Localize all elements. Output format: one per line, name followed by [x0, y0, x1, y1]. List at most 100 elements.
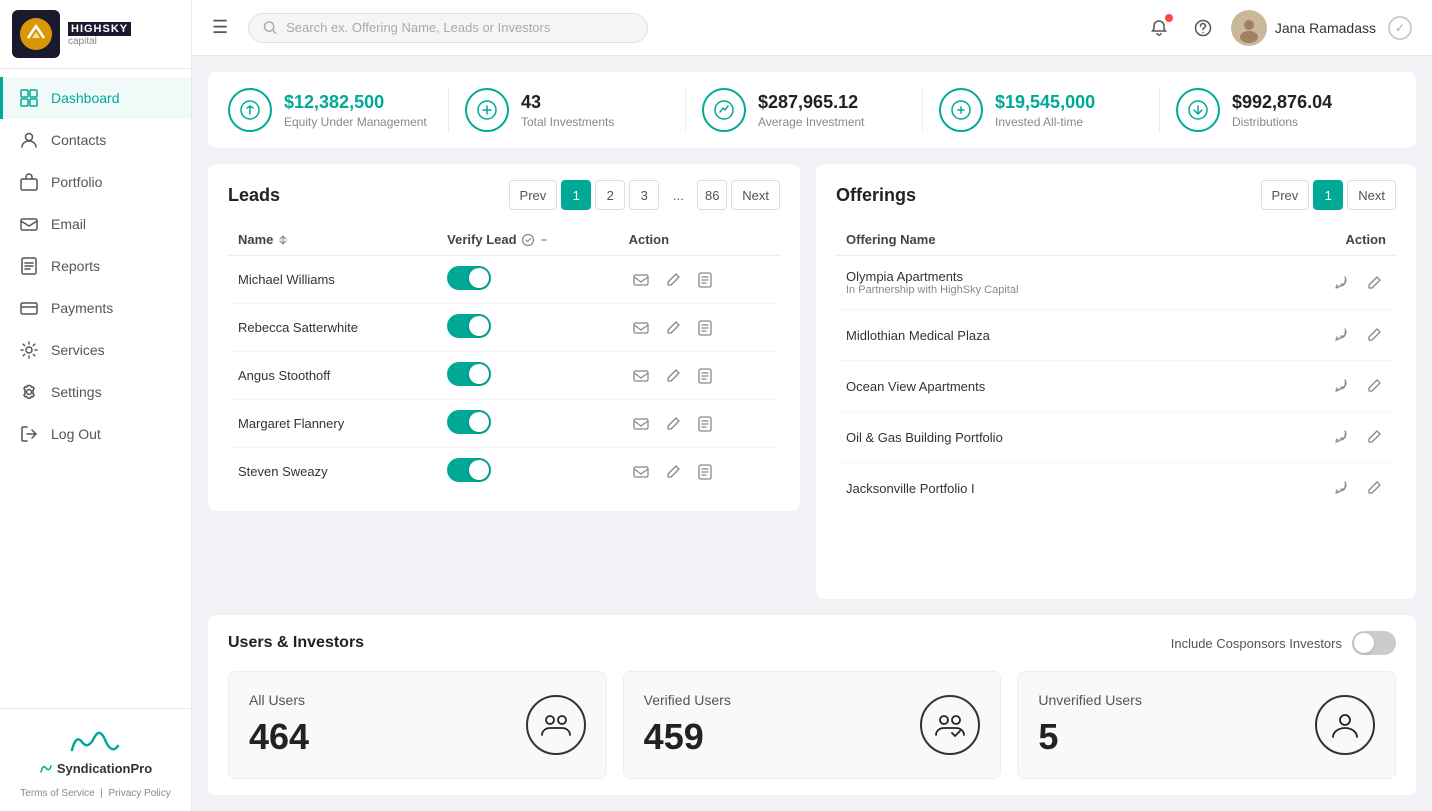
lead-edit-icon[interactable] [661, 460, 685, 484]
lead-edit-icon[interactable] [661, 268, 685, 292]
leads-table: Name Verify Lead [228, 224, 780, 495]
distributions-label: Distributions [1232, 115, 1332, 129]
offering-actions [1237, 361, 1396, 412]
offering-name-cell: Olympia Apartments In Partnership with H… [836, 256, 1237, 310]
offering-broadcast-icon[interactable] [1330, 323, 1354, 347]
lead-document-icon[interactable] [693, 364, 717, 388]
offering-edit-icon[interactable] [1362, 425, 1386, 449]
leads-prev-button[interactable]: Prev [509, 180, 558, 210]
investments-label: Total Investments [521, 115, 614, 129]
lead-actions [619, 400, 780, 448]
offering-broadcast-icon[interactable] [1330, 374, 1354, 398]
offering-name-cell: Midlothian Medical Plaza [836, 310, 1237, 361]
offering-broadcast-icon[interactable] [1330, 425, 1354, 449]
lead-toggle[interactable] [437, 400, 618, 448]
leads-next-button[interactable]: Next [731, 180, 780, 210]
lead-document-icon[interactable] [693, 412, 717, 436]
lead-edit-icon[interactable] [661, 364, 685, 388]
leads-panel: Leads Prev 1 2 3 ... 86 Next [208, 164, 800, 599]
leads-card: Leads Prev 1 2 3 ... 86 Next [208, 164, 800, 511]
topbar-right: Jana Ramadass ✓ [1143, 10, 1412, 46]
leads-row: Rebecca Satterwhite [228, 304, 780, 352]
offering-edit-icon[interactable] [1362, 374, 1386, 398]
offerings-title: Offerings [836, 185, 916, 206]
offering-edit-icon[interactable] [1362, 271, 1386, 295]
sidebar-item-dashboard[interactable]: Dashboard [0, 77, 191, 119]
lead-toggle[interactable] [437, 304, 618, 352]
lead-toggle[interactable] [437, 448, 618, 496]
lead-email-icon[interactable] [629, 268, 653, 292]
offering-broadcast-icon[interactable] [1330, 476, 1354, 500]
offering-actions [1237, 463, 1396, 514]
users-grid: All Users 464 Verified Users 459 [228, 671, 1396, 779]
lead-email-icon[interactable] [629, 364, 653, 388]
lead-toggle[interactable] [437, 352, 618, 400]
sidebar-item-reports[interactable]: Reports [0, 245, 191, 287]
sidebar-item-services[interactable]: Services [0, 329, 191, 371]
offerings-table: Offering Name Action Olympia Apartments … [836, 224, 1396, 513]
verified-users-label: Verified Users [644, 692, 731, 708]
leads-page-86-button[interactable]: 86 [697, 180, 727, 210]
search-icon [263, 20, 278, 36]
logout-icon [19, 424, 39, 444]
sidebar-item-settings[interactable]: Settings [0, 371, 191, 413]
offering-edit-icon[interactable] [1362, 323, 1386, 347]
menu-icon[interactable]: ☰ [212, 17, 228, 38]
sidebar-item-label: Settings [51, 384, 102, 400]
leads-page-1-button[interactable]: 1 [561, 180, 591, 210]
lead-email-icon[interactable] [629, 412, 653, 436]
all-users-label: All Users [249, 692, 309, 708]
search-input[interactable] [286, 20, 633, 35]
offerings-next-button[interactable]: Next [1347, 180, 1396, 210]
sidebar-item-contacts[interactable]: Contacts [0, 119, 191, 161]
unverified-users-icon [1315, 695, 1375, 755]
lead-email-icon[interactable] [629, 460, 653, 484]
verify-toggle-3[interactable] [447, 410, 491, 434]
leads-page-ellipsis: ... [663, 180, 693, 210]
offering-broadcast-icon[interactable] [1330, 271, 1354, 295]
stat-investments: 43 Total Investments [449, 88, 686, 132]
cosponsors-toggle-switch[interactable] [1352, 631, 1396, 655]
lead-edit-icon[interactable] [661, 412, 685, 436]
all-users-value: 464 [249, 716, 309, 758]
sidebar-item-email[interactable]: Email [0, 203, 191, 245]
verify-toggle-4[interactable] [447, 458, 491, 482]
offering-edit-icon[interactable] [1362, 476, 1386, 500]
sidebar-item-portfolio[interactable]: Portfolio [0, 161, 191, 203]
verify-toggle-0[interactable] [447, 266, 491, 290]
lead-document-icon[interactable] [693, 268, 717, 292]
lead-toggle[interactable] [437, 256, 618, 304]
terms-link[interactable]: Terms of Service [20, 788, 94, 799]
search-bar[interactable] [248, 13, 648, 43]
lead-document-icon[interactable] [693, 460, 717, 484]
help-button[interactable] [1187, 12, 1219, 44]
user-profile[interactable]: Jana Ramadass [1231, 10, 1376, 46]
users-title: Users & Investors [228, 634, 364, 652]
sidebar-item-label: Reports [51, 258, 100, 274]
privacy-link[interactable]: Privacy Policy [108, 788, 170, 799]
users-header: Users & Investors Include Cosponsors Inv… [228, 631, 1396, 655]
sidebar-item-payments[interactable]: Payments [0, 287, 191, 329]
contacts-icon [19, 130, 39, 150]
stat-distributions: $992,876.04 Distributions [1160, 88, 1396, 132]
leads-page-3-button[interactable]: 3 [629, 180, 659, 210]
leads-row: Angus Stoothoff [228, 352, 780, 400]
leads-page-2-button[interactable]: 2 [595, 180, 625, 210]
leads-col-name: Name [228, 224, 437, 256]
stat-invested: $19,545,000 Invested All-time [923, 88, 1160, 132]
cosponsors-toggle[interactable]: Include Cosponsors Investors [1171, 631, 1396, 655]
sidebar-item-label: Dashboard [51, 90, 120, 106]
notifications-button[interactable] [1143, 12, 1175, 44]
offerings-page-1-button[interactable]: 1 [1313, 180, 1343, 210]
lead-document-icon[interactable] [693, 316, 717, 340]
sidebar-item-logout[interactable]: Log Out [0, 413, 191, 455]
verify-toggle-2[interactable] [447, 362, 491, 386]
verify-toggle-1[interactable] [447, 314, 491, 338]
offerings-prev-button[interactable]: Prev [1261, 180, 1310, 210]
notification-badge [1165, 14, 1173, 22]
verified-users-value: 459 [644, 716, 731, 758]
terms-line: Terms of Service | Privacy Policy [12, 788, 179, 799]
sidebar-item-label: Portfolio [51, 174, 102, 190]
lead-edit-icon[interactable] [661, 316, 685, 340]
lead-email-icon[interactable] [629, 316, 653, 340]
